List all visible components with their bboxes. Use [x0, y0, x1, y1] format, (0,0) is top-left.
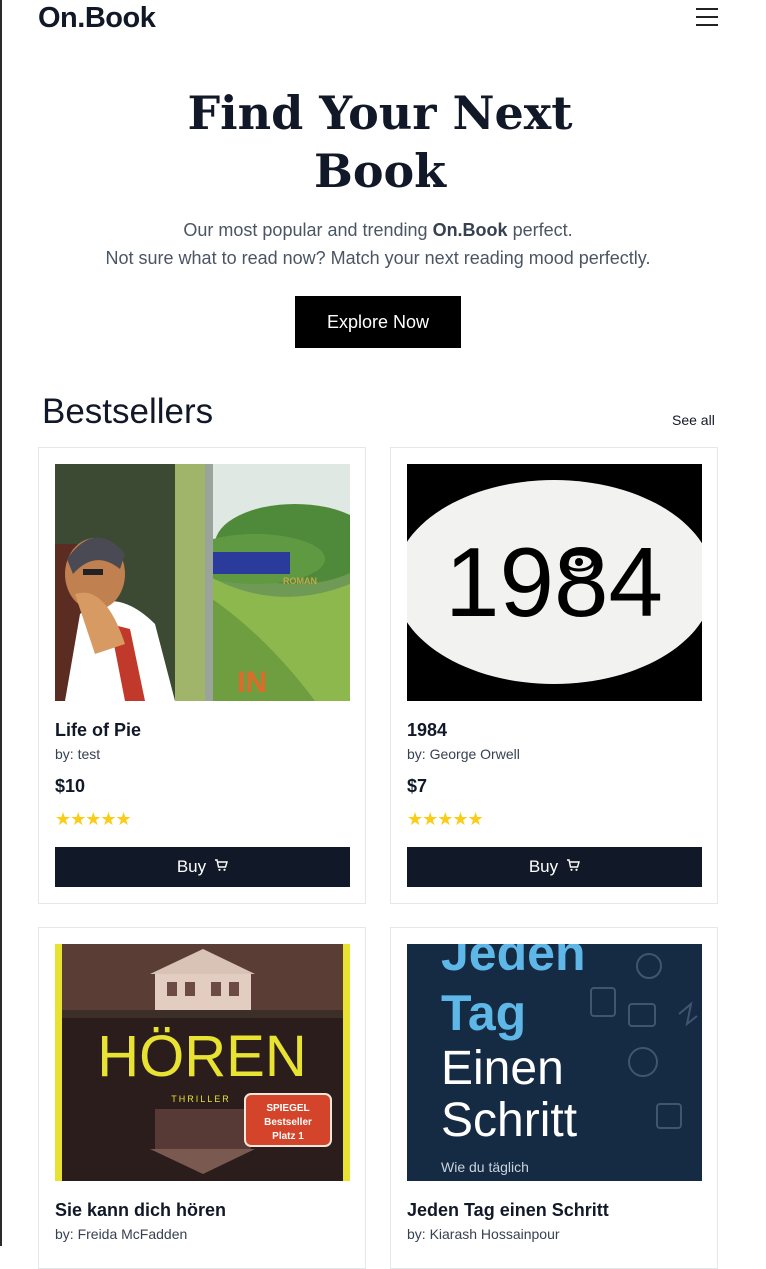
book-title[interactable]: Sie kann dich hören: [55, 1200, 226, 1221]
book-title[interactable]: Life of Pie: [55, 720, 141, 741]
cover-text-thriller: THRILLER: [171, 1094, 231, 1104]
badge-spiegel: SPIEGEL: [266, 1103, 309, 1114]
hero-subtitle-2: Not sure what to read now? Match your ne…: [105, 248, 651, 268]
cover-text-schritt: Schritt: [441, 1094, 577, 1147]
badge-bestseller: Bestseller: [264, 1117, 312, 1128]
cover-text-in: IN: [237, 666, 267, 699]
buy-label: Buy: [528, 857, 559, 876]
hero-title-line1: Find Your Next: [187, 86, 573, 140]
cart-icon: [214, 857, 229, 877]
book-title[interactable]: Jeden Tag einen Schritt: [407, 1200, 609, 1221]
book-title[interactable]: 1984: [407, 720, 447, 741]
star-rating: ★★★★★: [55, 809, 132, 829]
book-cover-image[interactable]: Jeden Tag Einen Schritt Wie du täglich: [407, 944, 702, 1181]
hamburger-menu-icon[interactable]: [696, 8, 718, 28]
book-card: HÖREN THRILLER SPIEGEL Bestseller Platz …: [38, 927, 366, 1269]
star-rating: ★★★★★: [407, 809, 484, 829]
cover-text-roman: ROMAN: [283, 576, 317, 586]
book-author: by: George Orwell: [407, 746, 520, 762]
cover-text-tag: Tag: [441, 985, 526, 1041]
section-title-bestsellers: Bestsellers: [42, 392, 214, 431]
cover-text-jeden: Jeden: [441, 944, 586, 981]
explore-now-button[interactable]: Explore Now: [295, 296, 461, 348]
book-author: by: Freida McFadden: [55, 1226, 188, 1242]
hero-sub1-post: perfect.: [507, 220, 573, 240]
book-author: by: Kiarash Hossainpour: [407, 1226, 560, 1242]
book-card: ROMAN IN Life of Pie by: test $10 ★★★★★ …: [38, 447, 366, 904]
cover-text-subtitle: Wie du täglich: [441, 1159, 529, 1175]
book-cover-image[interactable]: HÖREN THRILLER SPIEGEL Bestseller Platz …: [55, 944, 350, 1181]
book-price: $7: [407, 776, 428, 796]
book-cover-image[interactable]: ROMAN IN: [55, 464, 350, 701]
cover-text-einen: Einen: [441, 1042, 564, 1095]
badge-platz: Platz 1: [272, 1131, 304, 1142]
book-card: 1984 1984 by: George Orwell $7 ★★★★★ Buy: [390, 447, 718, 904]
see-all-link[interactable]: See all: [672, 412, 715, 428]
cart-icon: [566, 857, 581, 877]
buy-button[interactable]: Buy: [407, 847, 702, 887]
book-card: Jeden Tag Einen Schritt Wie du täglich J…: [390, 927, 718, 1269]
hero-sub1-brand: On.Book: [432, 220, 508, 240]
hero-subtitle-1: Our most popular and trending On.Book pe…: [0, 220, 756, 241]
hero-title-line2: Book: [313, 144, 447, 198]
cover-text-1984: 1984: [445, 527, 663, 637]
book-cover-image[interactable]: 1984: [407, 464, 702, 701]
hero-title: Find Your Next Book: [0, 84, 760, 200]
hero-sub1-pre: Our most popular and trending: [183, 220, 433, 240]
buy-label: Buy: [176, 857, 207, 876]
buy-button[interactable]: Buy: [55, 847, 350, 887]
book-price: $10: [55, 776, 86, 796]
book-author: by: test: [55, 746, 101, 762]
site-logo[interactable]: On.Book: [38, 2, 156, 35]
cover-text-horen: HÖREN: [97, 1024, 306, 1089]
